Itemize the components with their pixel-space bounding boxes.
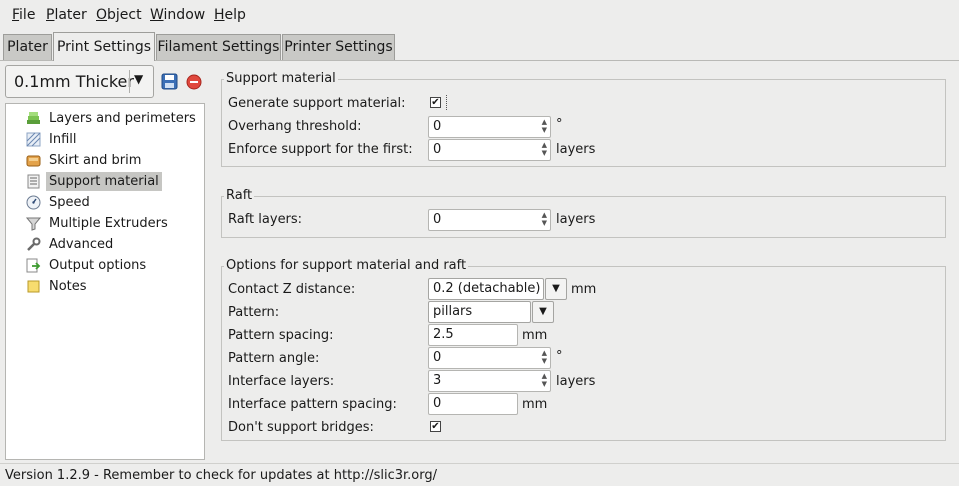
contact-z-label: Contact Z distance: (228, 282, 356, 297)
status-bar-text: Version 1.2.9 - Remember to check for up… (5, 468, 437, 483)
tab-filament-settings[interactable]: Filament Settings (156, 34, 281, 60)
spinner-arrows-icon[interactable]: ▲ ▼ (542, 349, 547, 365)
generate-support-checkbox[interactable]: ✔ (430, 97, 441, 108)
tab-print-settings[interactable]: Print Settings (53, 32, 155, 61)
speed-icon (26, 195, 41, 210)
save-icon[interactable] (161, 73, 178, 90)
chevron-down-icon: ▼ (134, 72, 144, 86)
dont-support-bridges-label: Don't support bridges: (228, 420, 374, 435)
pattern-angle-label: Pattern angle: (228, 351, 320, 366)
menu-object[interactable]: Object (96, 7, 142, 23)
pattern-spacing-unit: mm (522, 328, 548, 343)
overhang-unit: ° (556, 117, 563, 132)
skirt-icon (26, 153, 41, 168)
layers-icon (26, 111, 41, 126)
pattern-spacing-input[interactable]: 2.5 (428, 324, 518, 346)
preset-divider (129, 70, 130, 93)
enforce-support-label: Enforce support for the first: (228, 142, 413, 157)
support-group-title: Support material (224, 71, 338, 86)
interface-spacing-label: Interface pattern spacing: (228, 397, 397, 412)
raft-layers-unit: layers (556, 212, 596, 227)
menu-file[interactable]: File (12, 7, 35, 23)
enforce-support-unit: layers (556, 142, 596, 157)
menu-window[interactable]: Window (150, 7, 205, 23)
chevron-down-icon[interactable]: ▼ (545, 278, 567, 300)
generate-support-label: Generate support material: (228, 96, 406, 111)
preset-value: 0.1mm Thicker (14, 72, 134, 91)
tab-plater[interactable]: Plater (3, 34, 52, 60)
menu-help[interactable]: Help (214, 7, 246, 23)
pattern-angle-unit: ° (556, 349, 563, 364)
interface-layers-unit: layers (556, 374, 596, 389)
enforce-support-spinner[interactable]: 0 ▲ ▼ (428, 139, 551, 161)
contact-z-unit: mm (571, 282, 597, 297)
raft-layers-spinner[interactable]: 0 ▲ ▼ (428, 209, 551, 231)
raft-group-title: Raft (224, 188, 255, 203)
interface-spacing-unit: mm (522, 397, 548, 412)
interface-layers-spinner[interactable]: 3 ▲ ▼ (428, 370, 551, 392)
spinner-arrows-icon[interactable]: ▲ ▼ (542, 118, 547, 134)
funnel-icon (25, 216, 42, 231)
interface-spacing-input[interactable]: 0 (428, 393, 518, 415)
focus-indicator (446, 95, 448, 110)
delete-icon[interactable] (186, 74, 202, 90)
overhang-threshold-spinner[interactable]: 0 ▲ ▼ (428, 116, 551, 138)
note-icon (26, 279, 41, 294)
spinner-arrows-icon[interactable]: ▲ ▼ (542, 211, 547, 227)
raft-layers-label: Raft layers: (228, 212, 303, 227)
infill-icon (26, 132, 41, 147)
output-icon (26, 258, 41, 273)
wrench-icon (26, 237, 41, 252)
interface-layers-label: Interface layers: (228, 374, 335, 389)
support-icon (26, 174, 41, 189)
settings-page-tree: Layers and perimeters Infill Skirt and b… (5, 103, 205, 460)
status-divider (0, 463, 959, 464)
overhang-threshold-label: Overhang threshold: (228, 119, 362, 134)
pattern-combo[interactable]: pillars (428, 301, 531, 323)
dont-support-bridges-checkbox[interactable]: ✔ (430, 421, 441, 432)
pattern-angle-spinner[interactable]: 0 ▲ ▼ (428, 347, 551, 369)
spinner-arrows-icon[interactable]: ▲ ▼ (542, 141, 547, 157)
pattern-label: Pattern: (228, 305, 280, 320)
chevron-down-icon[interactable]: ▼ (532, 301, 554, 323)
contact-z-combo[interactable]: 0.2 (detachable) (428, 278, 544, 300)
tab-printer-settings[interactable]: Printer Settings (282, 34, 395, 60)
menubar: File Plater Object Window Help (0, 0, 959, 30)
preset-combo[interactable]: 0.1mm Thicker ▼ (5, 65, 154, 98)
menu-plater[interactable]: Plater (46, 7, 87, 23)
spinner-arrows-icon[interactable]: ▲ ▼ (542, 372, 547, 388)
pattern-spacing-label: Pattern spacing: (228, 328, 334, 343)
options-group-title: Options for support material and raft (224, 258, 469, 273)
